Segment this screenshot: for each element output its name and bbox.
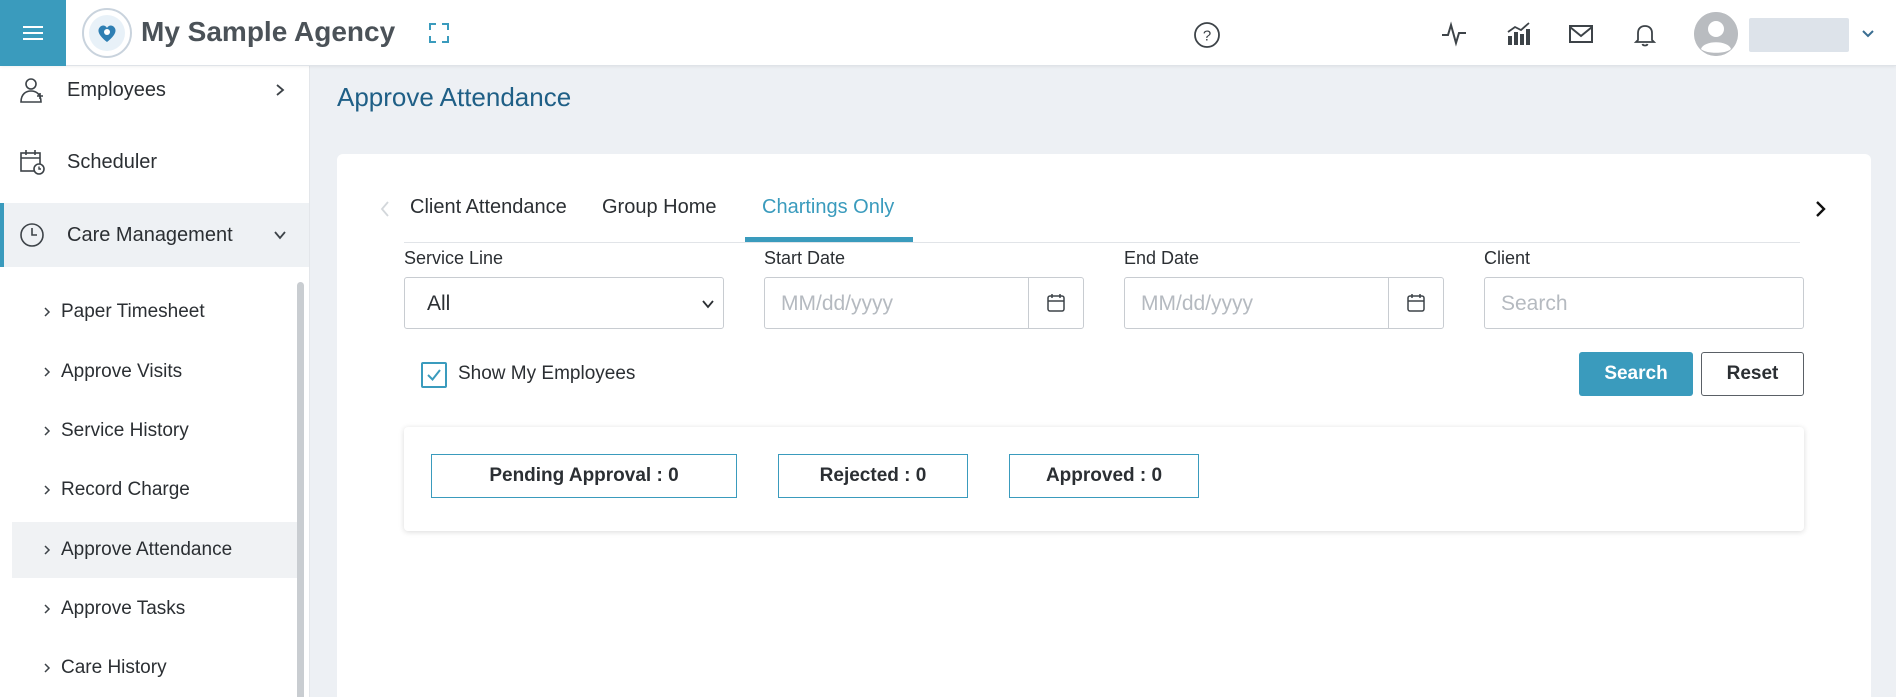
chevron-down-icon: [274, 231, 286, 240]
chevron-right-icon: [44, 485, 51, 495]
svg-text:?: ?: [1203, 28, 1211, 45]
chevron-right-icon: [44, 426, 51, 436]
sidebar-subitem-label: Care History: [61, 657, 167, 678]
show-my-employees-checkbox[interactable]: [421, 362, 447, 388]
app-title: My Sample Agency: [141, 16, 396, 47]
user-avatar-icon[interactable]: [1694, 12, 1738, 56]
client-search-input[interactable]: Search: [1484, 277, 1804, 329]
chevron-right-icon: [44, 663, 51, 673]
end-date-field[interactable]: MM/dd/yyyy: [1124, 277, 1444, 329]
mail-icon[interactable]: [1567, 20, 1595, 48]
sidebar-item-scheduler[interactable]: Scheduler: [0, 130, 309, 194]
check-icon: [427, 369, 441, 382]
calendar-icon[interactable]: [1405, 292, 1427, 314]
agency-logo: [82, 8, 132, 58]
user-name-box[interactable]: [1749, 18, 1849, 52]
end-date-label: End Date: [1124, 248, 1200, 268]
activity-icon[interactable]: [1440, 20, 1468, 48]
chevron-right-icon: [44, 604, 51, 614]
sidebar-subitem-label: Paper Timesheet: [61, 301, 205, 322]
fullscreen-icon[interactable]: [428, 22, 450, 44]
start-date-field[interactable]: MM/dd/yyyy: [764, 277, 1084, 329]
chevron-down-icon: [702, 300, 714, 309]
tab-divider: [404, 242, 1800, 243]
show-my-employees-label: Show My Employees: [458, 363, 636, 384]
menu-toggle-button[interactable]: [0, 0, 66, 66]
field-separator: [1028, 278, 1029, 328]
sidebar-subitem-approve-visits[interactable]: Approve Visits: [12, 344, 297, 400]
sidebar-subitem-record-charge[interactable]: Record Charge: [12, 462, 297, 518]
sidebar-subitem-approve-attendance[interactable]: Approve Attendance: [12, 522, 297, 578]
bar-chart-icon[interactable]: [1504, 20, 1532, 48]
chevron-right-icon: [44, 545, 51, 555]
active-tab-indicator: [745, 237, 913, 242]
employee-icon: [20, 78, 43, 103]
client-label: Client: [1484, 248, 1531, 268]
help-icon[interactable]: ?: [1193, 21, 1221, 49]
rejected-badge[interactable]: Rejected : 0: [778, 454, 968, 498]
sidebar-subitem-label: Service History: [61, 420, 189, 441]
sidebar-item-care-management[interactable]: Care Management: [0, 203, 309, 267]
sidebar-scrollbar[interactable]: [297, 282, 304, 697]
service-line-value: All: [427, 292, 451, 315]
sidebar-subitem-service-history[interactable]: Service History: [12, 403, 297, 459]
field-separator: [1388, 278, 1389, 328]
end-date-input[interactable]: MM/dd/yyyy: [1141, 292, 1253, 316]
reset-button[interactable]: Reset: [1701, 352, 1804, 396]
service-line-label: Service Line: [404, 248, 504, 268]
sidebar: Employees Scheduler Care Management Pape…: [0, 66, 310, 697]
approved-badge[interactable]: Approved : 0: [1009, 454, 1199, 498]
sidebar-subitem-label: Approve Attendance: [61, 539, 233, 560]
bell-icon[interactable]: [1631, 20, 1659, 48]
page-title: Approve Attendance: [337, 82, 572, 112]
sidebar-subitem-paper-timesheet[interactable]: Paper Timesheet: [12, 284, 297, 340]
chevron-right-icon: [276, 84, 285, 96]
sidebar-subitem-approve-tasks[interactable]: Approve Tasks: [12, 581, 297, 637]
search-button[interactable]: Search: [1579, 352, 1693, 396]
start-date-input[interactable]: MM/dd/yyyy: [781, 292, 893, 316]
tab-chartings-only[interactable]: Chartings Only: [762, 196, 894, 219]
service-line-select[interactable]: All: [404, 277, 724, 329]
sidebar-subitem-label: Record Charge: [61, 479, 190, 500]
tab-client-attendance[interactable]: Client Attendance: [410, 196, 567, 219]
top-bar: My Sample Agency ?: [0, 0, 1896, 66]
sidebar-subitem-label: Approve Visits: [61, 361, 183, 382]
pending-approval-badge[interactable]: Pending Approval : 0: [431, 454, 737, 498]
sidebar-subitem-care-history[interactable]: Care History: [12, 640, 297, 696]
clock-icon: [20, 223, 44, 247]
tab-scroll-left-icon[interactable]: [378, 199, 392, 219]
chevron-right-icon: [44, 307, 51, 317]
calendar-icon[interactable]: [1045, 292, 1067, 314]
sidebar-item-employees[interactable]: Employees: [0, 66, 309, 122]
chevron-down-icon[interactable]: [1860, 25, 1876, 41]
main-card: [337, 154, 1871, 697]
client-search-placeholder: Search: [1501, 292, 1568, 315]
calendar-clock-icon: [20, 150, 45, 175]
sidebar-item-label: Scheduler: [67, 150, 158, 173]
sidebar-subitem-label: Approve Tasks: [61, 598, 186, 619]
tab-group-home[interactable]: Group Home: [602, 196, 717, 219]
sidebar-item-label: Care Management: [67, 223, 233, 246]
hamburger-icon: [23, 24, 43, 42]
start-date-label: Start Date: [764, 248, 846, 268]
chevron-right-icon: [44, 367, 51, 377]
sidebar-item-label: Employees: [67, 78, 166, 101]
tab-scroll-right-icon[interactable]: [1812, 198, 1830, 220]
